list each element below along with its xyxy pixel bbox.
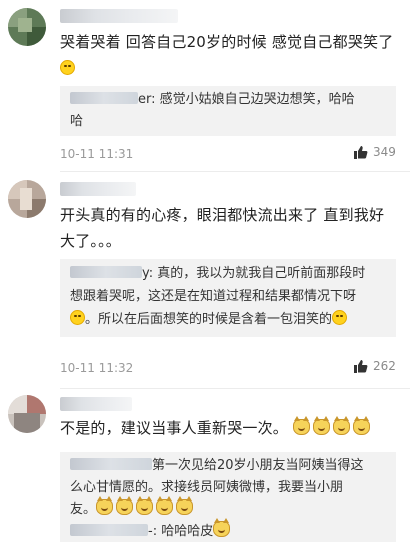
cat-emoji-icon	[312, 416, 330, 435]
cat-emoji-icon	[96, 496, 114, 515]
comment-text: 哭着哭着 回答自己20岁的时候 感觉自己都哭笑了	[60, 29, 398, 81]
username[interactable]	[60, 397, 132, 411]
reply-username[interactable]	[70, 458, 152, 470]
reply-text: er: 感觉小姑娘自己边哭边想笑，哈哈	[138, 92, 355, 107]
avatar[interactable]	[8, 395, 46, 433]
comment-item: 开头真的有的心疼，眼泪都快流出来了 直到我好 大了。。。 y: 真的，我以为就我…	[0, 172, 410, 387]
timestamp: 10-11 11:32	[60, 361, 134, 375]
comment-text: 开头真的有的心疼，眼泪都快流出来了 直到我好 大了。。。	[60, 206, 385, 250]
cat-emoji-icon	[352, 416, 370, 435]
cat-emoji-icon	[292, 416, 310, 435]
reply-text: -: 哈哈哈皮	[148, 524, 214, 539]
like-button[interactable]: 262	[353, 359, 396, 373]
laugh-emoji-icon	[70, 310, 85, 325]
thumbs-up-icon	[354, 146, 368, 159]
cat-emoji-icon	[332, 416, 350, 435]
reply-text: 哈	[70, 114, 84, 129]
thumbs-up-icon	[354, 360, 368, 373]
laugh-emoji-icon	[332, 310, 348, 325]
reply-text: 友。	[70, 502, 97, 517]
avatar[interactable]	[8, 180, 46, 218]
reply-text: 。所以在后面想笑的时候是含着一包泪笑的	[85, 312, 333, 327]
cat-emoji-icon	[213, 518, 231, 537]
reply-box[interactable]: 第一次见给20岁小朋友当阿姨当得这 么心甘情愿的。求接线员阿姨微博，我要当小朋 …	[60, 452, 396, 542]
timestamp: 10-11 11:31	[60, 147, 134, 161]
cat-emoji-icon	[136, 496, 154, 515]
reply-text: 第一次见给20岁小朋友当阿姨当得这	[152, 458, 364, 473]
cat-emoji-icon	[176, 496, 194, 515]
laugh-emoji-icon	[60, 60, 75, 75]
reply-box[interactable]: er: 感觉小姑娘自己边哭边想笑，哈哈 哈	[60, 86, 396, 136]
comment-text: 不是的，建议当事人重新哭一次。	[60, 415, 398, 441]
reply-text: 想跟着哭呢，这还是在知道过程和结果都情况下呀	[70, 289, 357, 304]
reply-username[interactable]	[70, 266, 142, 278]
comment-item: 哭着哭着 回答自己20岁的时候 感觉自己都哭笑了 er: 感觉小姑娘自己边哭边想…	[0, 0, 410, 170]
cat-emoji-icon	[156, 496, 174, 515]
username[interactable]	[60, 9, 178, 23]
reply-username[interactable]	[70, 524, 148, 536]
avatar[interactable]	[8, 8, 46, 46]
reply-box[interactable]: y: 真的，我以为就我自己听前面那段时 想跟着哭呢，这还是在知道过程和结果都情况…	[60, 259, 396, 337]
comment-item: 不是的，建议当事人重新哭一次。 第一次见给20岁小朋友当阿姨当得这 么心甘情愿的…	[0, 389, 410, 542]
like-button[interactable]: 349	[353, 145, 396, 159]
reply-text: y: 真的，我以为就我自己听前面那段时	[142, 266, 366, 281]
cat-emoji-icon	[116, 496, 134, 515]
username[interactable]	[60, 182, 136, 196]
like-count: 262	[373, 359, 396, 373]
like-count: 349	[373, 145, 396, 159]
reply-username[interactable]	[70, 92, 138, 104]
